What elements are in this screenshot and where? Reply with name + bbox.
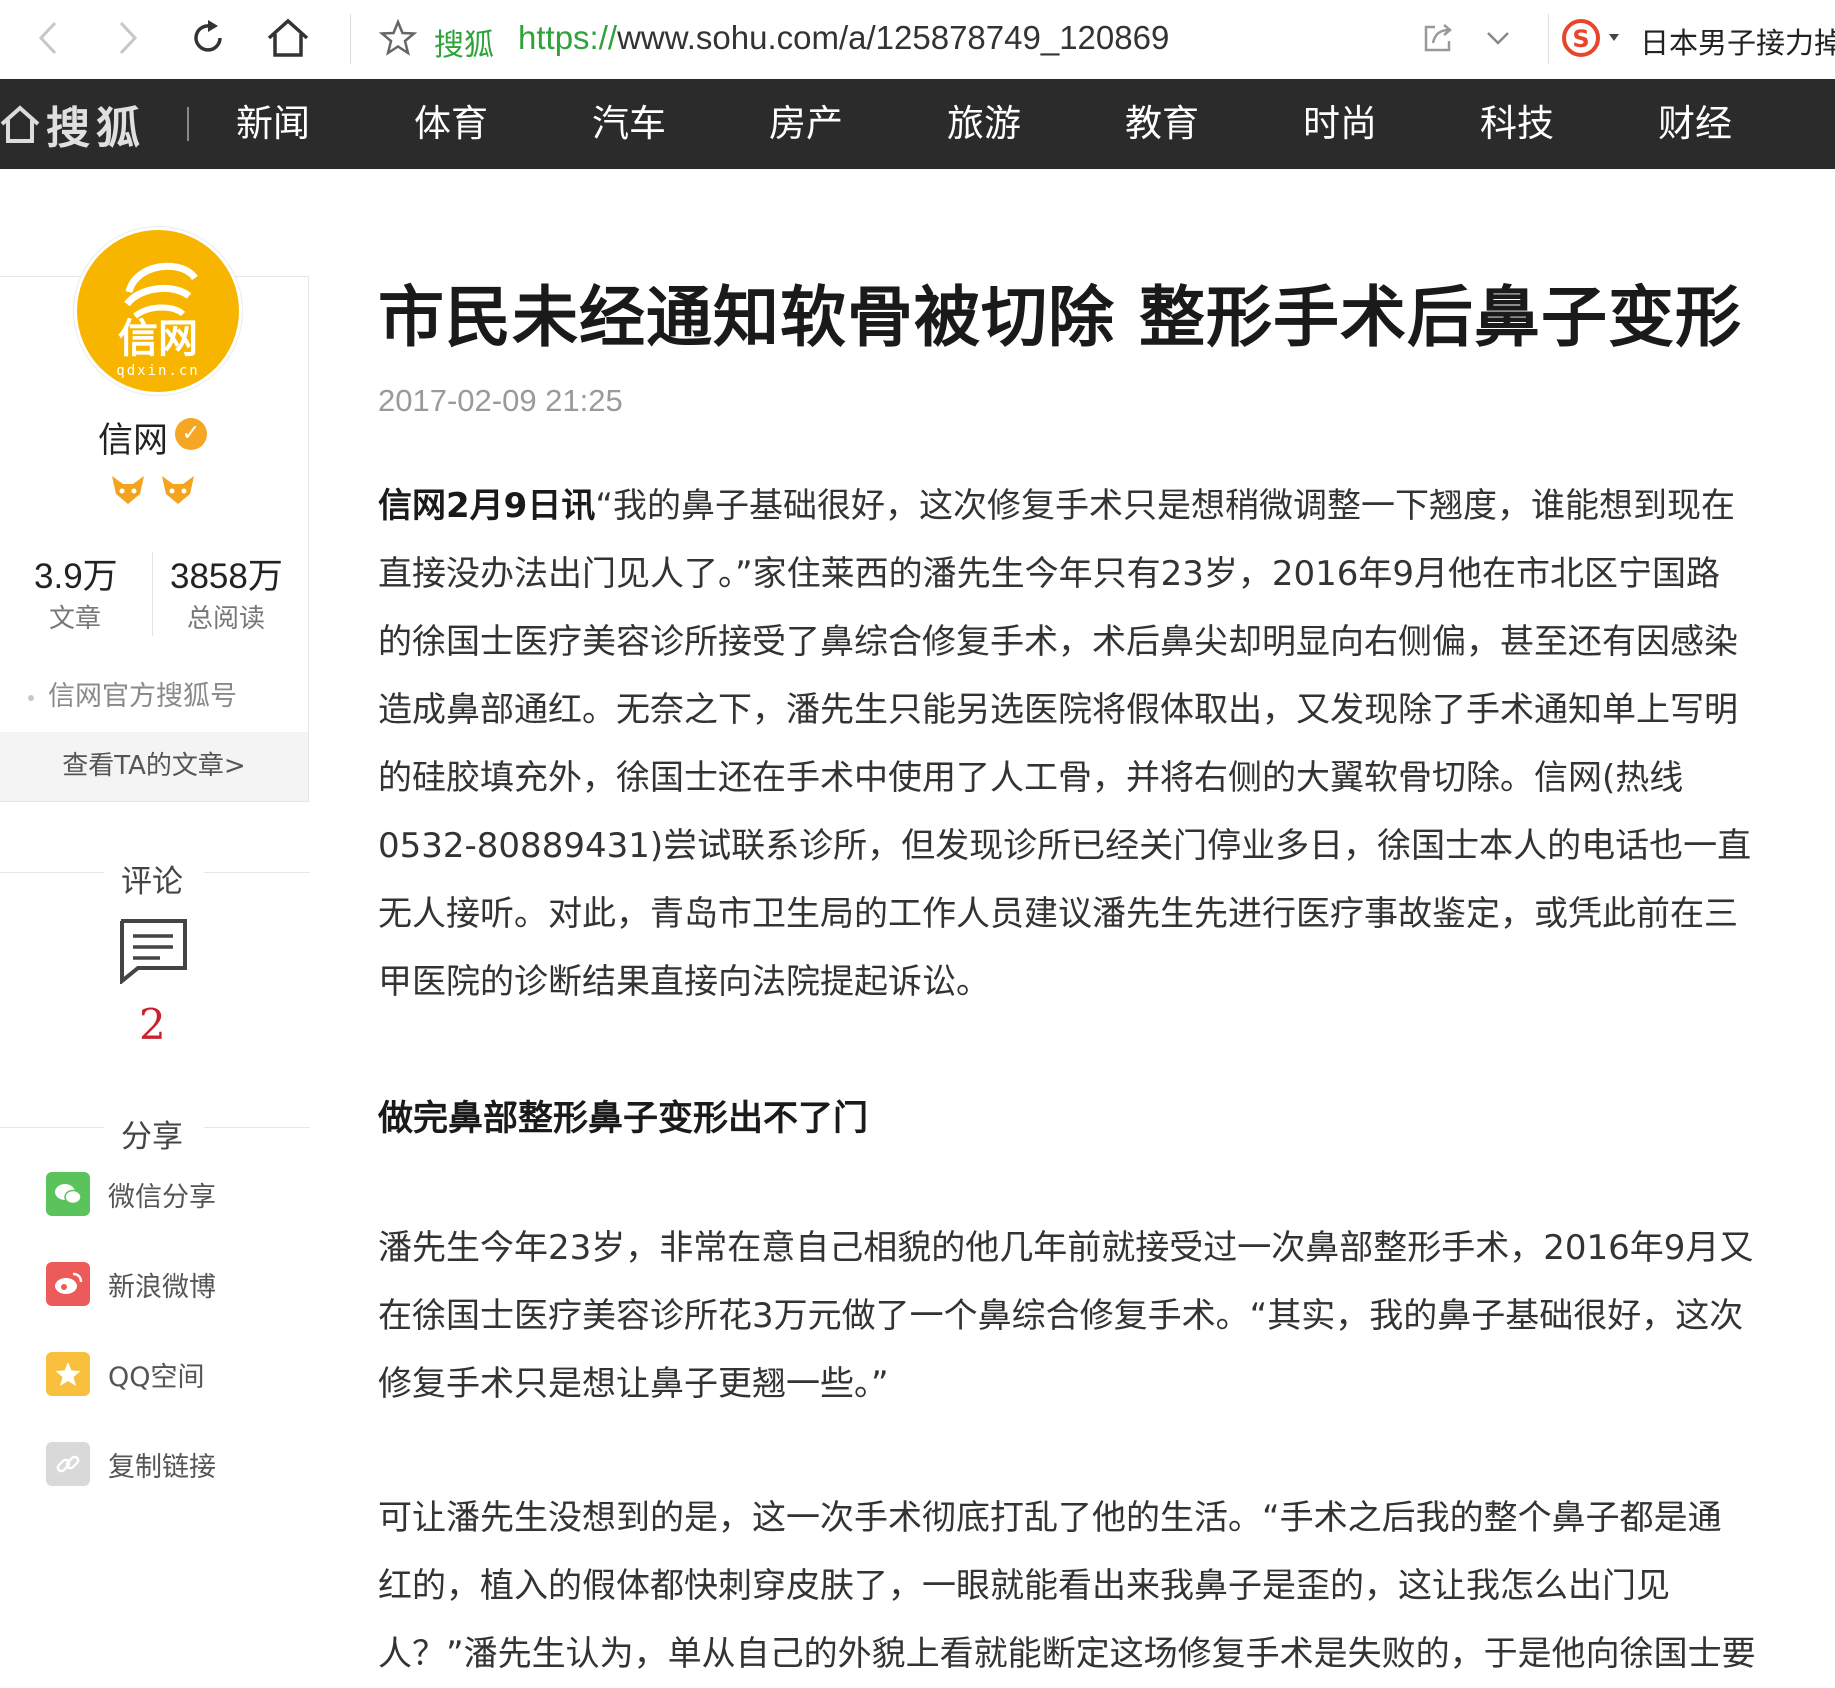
share-wechat-button[interactable]: 微信分享: [46, 1172, 216, 1216]
site-nav-bar: 搜狐 新闻 体育 汽车 房产 旅游 教育 时尚 科技 财经: [0, 79, 1835, 169]
paragraph-line: 信网2月9日讯“我的鼻子基础很好，这次修复手术只是想稍微调整一下翘度，谁能想到现…: [378, 472, 1823, 540]
share-qzone-button[interactable]: QQ空间: [46, 1352, 205, 1396]
search-engine-selector[interactable]: S: [1558, 14, 1628, 62]
avatar[interactable]: 信网 qdxin.cn: [77, 230, 239, 392]
fox-level-icon: [162, 476, 194, 504]
avatar-domain-text: qdxin.cn: [116, 363, 199, 379]
verified-badge-icon: ✓: [175, 418, 207, 450]
article-subheading: 做完鼻部整形鼻子变形出不了门: [378, 1099, 869, 1139]
toolbar-divider: [1548, 14, 1549, 64]
weibo-icon: [46, 1262, 90, 1306]
article-paragraph-2: 潘先生今年23岁，非常在意自己相貌的他几年前就接受过一次鼻部整形手术，2016年…: [378, 1214, 1823, 1418]
paragraph-line: 修复手术只是想让鼻子更翘一些。”: [378, 1364, 889, 1404]
stat-divider: [152, 552, 153, 636]
paragraph-line: 造成鼻部通红。无奈之下，潘先生只能另选医院将假体取出，又发现除了手术通知单上写明: [378, 690, 1738, 730]
share-weibo-label: 新浪微博: [108, 1271, 216, 1303]
avatar-logo-text: 信网: [118, 316, 198, 362]
section-divider: [204, 1127, 310, 1128]
bookmark-button[interactable]: [374, 14, 422, 62]
address-site-name: 搜狐: [434, 28, 494, 63]
link-icon: [46, 1442, 90, 1486]
wechat-icon: [46, 1172, 90, 1216]
paragraph-line: 在徐国士医疗美容诊所花3万元做了一个鼻综合修复手术。“其实，我的鼻子基础很好，这…: [378, 1296, 1744, 1336]
bullet-icon: [28, 694, 34, 701]
reload-icon: [194, 20, 222, 52]
share-page-icon: [1424, 24, 1452, 52]
nav-divider: [187, 107, 189, 141]
paragraph-line-text: “我的鼻子基础很好，这次修复手术只是想稍微调整一下翘度，谁能想到现在: [595, 486, 1735, 526]
qzone-star-icon: [46, 1352, 90, 1396]
view-articles-button[interactable]: 查看TA的文章>: [0, 732, 308, 801]
star-icon: [379, 19, 417, 56]
forward-button[interactable]: [104, 14, 152, 62]
home-icon: [0, 105, 40, 143]
nav-item-realestate[interactable]: 房产: [769, 79, 843, 169]
section-divider: [204, 872, 310, 873]
author-description: 信网官方搜狐号: [28, 674, 237, 713]
articles-label: 文章: [49, 604, 102, 634]
browser-toolbar: 搜狐 https://www.sohu.com/a/125878749_1208…: [0, 0, 1835, 80]
chevron-down-icon: [1487, 32, 1509, 45]
author-name[interactable]: 信网: [98, 412, 168, 463]
paragraph-line: 红的，植入的假体都快刺穿皮肤了，一眼就能看出来我鼻子是歪的，这让我怎么出门见: [378, 1566, 1670, 1606]
toolbar-divider: [350, 14, 351, 64]
reload-button[interactable]: [184, 14, 232, 62]
comments-heading: 评论: [121, 864, 183, 900]
share-heading: 分享: [121, 1119, 183, 1155]
url-path: www.sohu.com/a/125878749_120869: [617, 19, 1170, 56]
nav-item-travel[interactable]: 旅游: [947, 79, 1021, 169]
home-button[interactable]: [264, 14, 312, 62]
fox-level-icon: [112, 476, 144, 504]
article-title: 市民未经通知软骨被切除 整形手术后鼻子变形: [378, 279, 1742, 356]
logo-text: 搜狐: [46, 103, 146, 154]
article-lead: 信网2月9日讯: [378, 486, 596, 526]
section-divider: [0, 872, 104, 873]
url-scheme: https://: [518, 19, 618, 56]
paragraph-line: 直接没办法出门见人了。”家住莱西的潘先生今年只有23岁，2016年9月他在市北区…: [378, 554, 1721, 594]
nav-item-news[interactable]: 新闻: [236, 79, 310, 169]
sogou-search-icon: S: [1562, 19, 1619, 57]
paragraph-line: 的徐国士医疗美容诊所接受了鼻综合修复手术，术后鼻尖却明显向右侧偏，甚至还有因感染: [378, 622, 1738, 662]
svg-text:S: S: [1572, 25, 1589, 53]
nav-item-fashion[interactable]: 时尚: [1303, 79, 1377, 169]
articles-count: 3.9万: [34, 557, 118, 596]
nav-item-tech[interactable]: 科技: [1480, 79, 1554, 169]
paragraph-line: 人？”潘先生认为，单从自己的外貌上看就能断定这场修复手术是失败的，于是他向徐国士…: [378, 1634, 1756, 1674]
paragraph-line: 0532-80889431)尝试联系诊所，但发现诊所已经关门停业多日，徐国士本人…: [378, 826, 1752, 866]
section-divider: [0, 1127, 104, 1128]
paragraph-line: 甲医院的诊断结果直接向法院提起诉讼。: [378, 962, 990, 1002]
article-paragraph-3: 可让潘先生没想到的是，这一次手术彻底打乱了他的生活。“手术之后我的整个鼻子都是通…: [378, 1484, 1823, 1688]
paragraph-line: 可让潘先生没想到的是，这一次手术彻底打乱了他的生活。“手术之后我的整个鼻子都是通: [378, 1498, 1722, 1538]
paragraph-line: 无人接听。对此，青岛市卫生局的工作人员建议潘先生先进行医疗事故鉴定，或凭此前在三: [378, 894, 1738, 934]
sohu-logo[interactable]: 搜狐: [0, 79, 146, 169]
paragraph-line: 的硅胶填充外，徐国士还在手术中使用了人工骨，并将右侧的大翼软骨切除。信网(热线: [378, 758, 1684, 798]
home-icon: [267, 18, 309, 57]
search-box[interactable]: 日本男子接力掉: [1640, 20, 1835, 62]
nav-item-education[interactable]: 教育: [1125, 79, 1199, 169]
copy-link-button[interactable]: 复制链接: [46, 1442, 216, 1486]
share-qzone-label: QQ空间: [108, 1361, 205, 1393]
back-arrow-icon: [38, 21, 57, 55]
comment-count[interactable]: 2: [139, 1000, 166, 1049]
article-paragraph-1: 信网2月9日讯“我的鼻子基础很好，这次修复手术只是想稍微调整一下翘度，谁能想到现…: [378, 472, 1823, 1016]
nav-item-finance[interactable]: 财经: [1658, 79, 1732, 169]
paragraph-line: 潘先生今年23岁，非常在意自己相貌的他几年前就接受过一次鼻部整形手术，2016年…: [378, 1228, 1754, 1268]
nav-item-sports[interactable]: 体育: [414, 79, 488, 169]
xinwang-logo-icon: 信网 qdxin.cn: [116, 262, 199, 379]
back-button[interactable]: [24, 14, 72, 62]
comment-icon[interactable]: [118, 918, 188, 984]
reads-label: 总阅读: [187, 604, 266, 634]
author-description-text: 信网官方搜狐号: [48, 681, 237, 712]
address-dropdown-button[interactable]: [1474, 14, 1522, 62]
address-bar[interactable]: https://www.sohu.com/a/125878749_120869: [518, 19, 1169, 57]
reads-count: 3858万: [170, 557, 283, 596]
share-page-button[interactable]: [1414, 14, 1462, 62]
forward-arrow-icon: [119, 21, 138, 55]
copy-link-label: 复制链接: [108, 1451, 216, 1483]
share-weibo-button[interactable]: 新浪微博: [46, 1262, 216, 1306]
article-date: 2017-02-09 21:25: [378, 383, 623, 418]
share-wechat-label: 微信分享: [108, 1181, 216, 1213]
nav-item-auto[interactable]: 汽车: [592, 79, 666, 169]
